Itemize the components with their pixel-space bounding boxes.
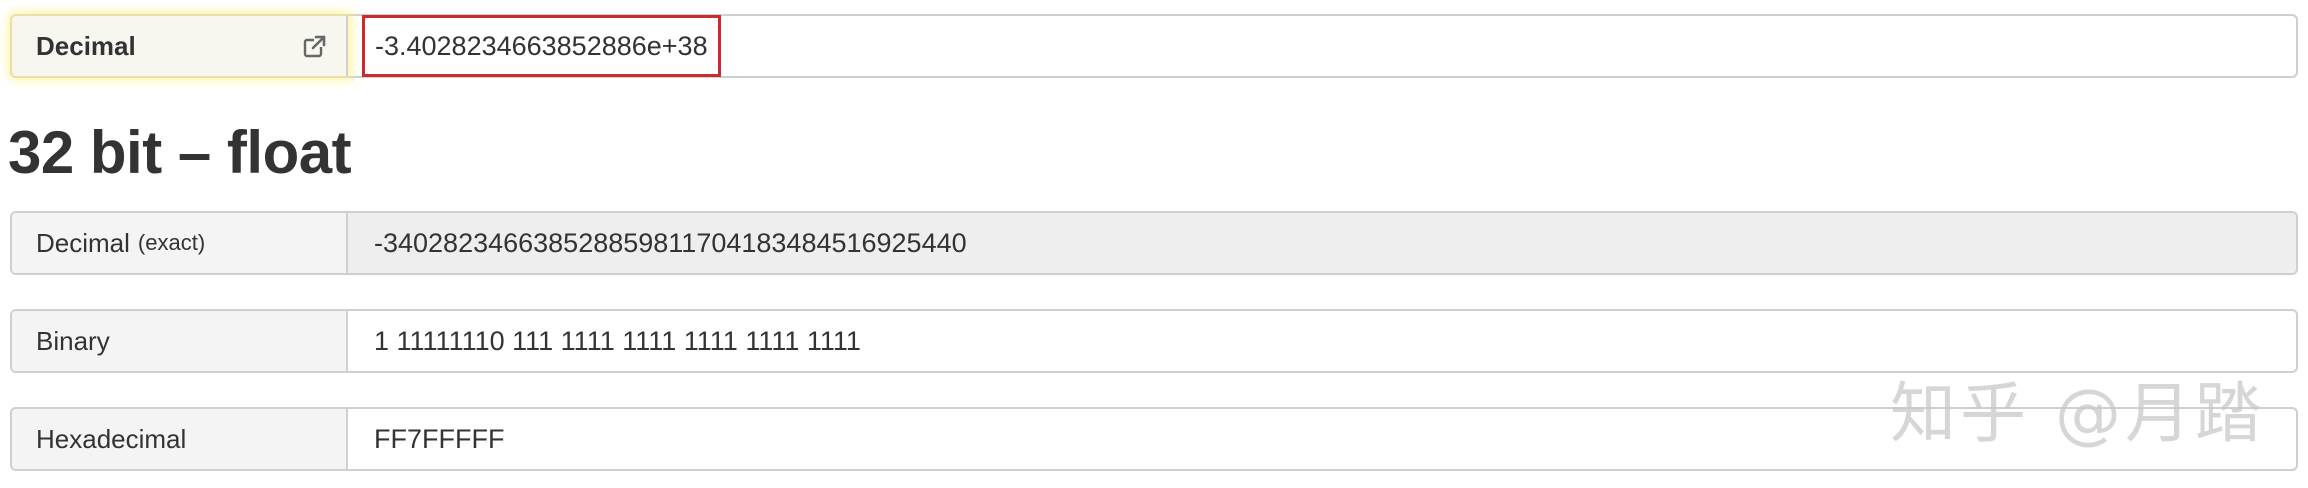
decimal-exact-suffix: (exact) bbox=[137, 230, 206, 255]
decimal-exact-field[interactable]: -340282346638528859811704183484516925440 bbox=[348, 213, 2296, 273]
hexadecimal-field[interactable]: FF7FFFFF bbox=[348, 409, 2296, 469]
decimal-exact-label-addon: Decimal (exact) bbox=[12, 213, 348, 273]
binary-value: 1 11111110 111 1111 1111 1111 1111 1111 bbox=[374, 325, 861, 356]
decimal-input-label-addon: Decimal bbox=[12, 16, 348, 76]
decimal-input-value[interactable]: -3.4028234663852886e+38 bbox=[362, 15, 721, 77]
hexadecimal-label-addon: Hexadecimal bbox=[12, 409, 348, 469]
converter-page: Decimal -3.4028234663852886e+38 32 bit –… bbox=[0, 0, 2308, 488]
binary-label: Binary bbox=[36, 325, 110, 356]
binary-label-addon: Binary bbox=[12, 311, 348, 371]
decimal-exact-label: Decimal bbox=[36, 227, 130, 258]
decimal-exact-group: Decimal (exact) -34028234663852885981170… bbox=[10, 211, 2298, 275]
section-title: 32 bit – float bbox=[8, 119, 352, 186]
hexadecimal-group: Hexadecimal FF7FFFFF bbox=[10, 407, 2298, 471]
decimal-input-label: Decimal bbox=[36, 30, 136, 61]
binary-field[interactable]: 1 11111110 111 1111 1111 1111 1111 1111 bbox=[348, 311, 2296, 371]
hexadecimal-label: Hexadecimal bbox=[36, 423, 187, 454]
decimal-input-group: Decimal -3.4028234663852886e+38 bbox=[10, 14, 2298, 78]
external-link-icon[interactable] bbox=[302, 33, 328, 59]
hexadecimal-value: FF7FFFFF bbox=[374, 423, 505, 454]
decimal-input-field[interactable]: -3.4028234663852886e+38 bbox=[348, 15, 2296, 77]
binary-group: Binary 1 11111110 111 1111 1111 1111 111… bbox=[10, 309, 2298, 373]
decimal-exact-value: -340282346638528859811704183484516925440 bbox=[374, 227, 967, 258]
